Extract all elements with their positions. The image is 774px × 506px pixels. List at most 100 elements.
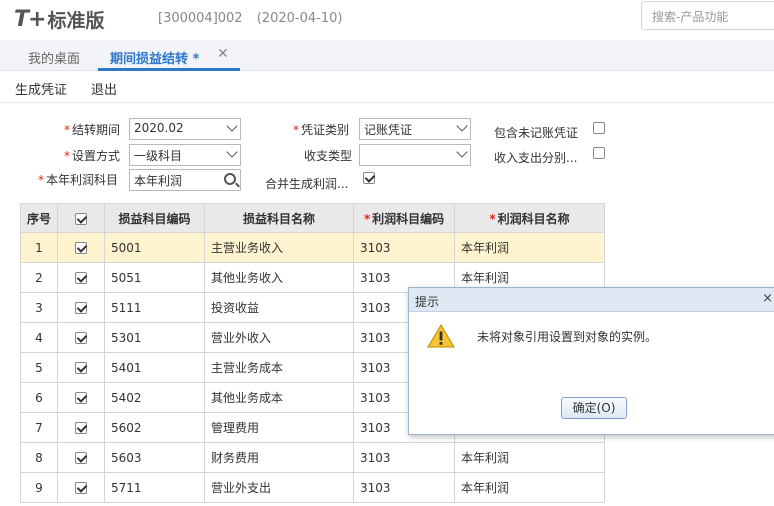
account-info: [300004]002 (2020-04-10) xyxy=(158,11,352,26)
row-checkbox-cell[interactable] xyxy=(57,232,105,263)
row-checkbox[interactable] xyxy=(75,272,87,284)
period-value: 2020.02 xyxy=(134,121,184,135)
app-logo: T+ 标准版 xyxy=(14,6,104,33)
voucher-type-label: * 凭证类别 xyxy=(293,123,350,137)
col-header-no: 序号 xyxy=(20,203,58,233)
col-header-select-all[interactable] xyxy=(57,203,105,233)
profit-subject-code: 3103 xyxy=(353,472,455,503)
voucher-type-select[interactable]: 记账凭证 xyxy=(359,118,471,140)
voucher-type-value: 记账凭证 xyxy=(364,123,413,137)
period-label: * 结转期间 xyxy=(64,123,121,137)
chevron-down-icon xyxy=(456,146,468,158)
profit-subject-value: 本年利润 xyxy=(134,174,183,188)
pl-subject-name: 管理费用 xyxy=(204,412,354,443)
row-checkbox-cell[interactable] xyxy=(57,262,105,293)
pl-subject-name: 主营业务成本 xyxy=(204,352,354,383)
table-row[interactable]: 1 5001 主营业务收入 3103 本年利润 xyxy=(20,232,605,263)
merge-generate-label: 合并生成利润... xyxy=(265,177,349,191)
toolbar: 生成凭证 退出 xyxy=(0,71,774,103)
pl-subject-name: 财务费用 xyxy=(204,442,354,473)
dialog-title: 提示 xyxy=(415,295,440,309)
tab-my-desktop[interactable]: 我的桌面 xyxy=(28,48,80,67)
profit-subject-input[interactable]: 本年利润 xyxy=(129,169,241,191)
col-header-pl-name: 损益科目名称 xyxy=(204,203,354,233)
row-checkbox[interactable] xyxy=(75,452,87,464)
alert-dialog: 提示 × 未将对象引用设置到对象的实例。 确定(O) xyxy=(408,287,774,435)
period-select[interactable]: 2020.02 xyxy=(129,118,241,140)
row-number: 1 xyxy=(20,232,58,263)
pl-subject-code: 5401 xyxy=(104,352,205,383)
row-checkbox-cell[interactable] xyxy=(57,352,105,383)
row-number: 3 xyxy=(20,292,58,323)
merge-generate-checkbox[interactable] xyxy=(363,172,375,184)
tab-bar: 我的桌面 期间损益结转 * ✕ xyxy=(0,40,774,71)
account-code: [300004]002 xyxy=(158,11,243,26)
dialog-titlebar: 提示 × xyxy=(409,288,774,312)
row-checkbox[interactable] xyxy=(75,362,87,374)
row-checkbox-cell[interactable] xyxy=(57,292,105,323)
chevron-down-icon xyxy=(226,146,238,158)
exit-button[interactable]: 退出 xyxy=(91,79,117,98)
pl-subject-code: 5301 xyxy=(104,322,205,353)
search-icon[interactable] xyxy=(224,173,236,185)
row-checkbox-cell[interactable] xyxy=(57,382,105,413)
pl-subject-code: 5111 xyxy=(104,292,205,323)
include-unposted-label: 包含未记账凭证 xyxy=(494,126,579,140)
pl-subject-code: 5001 xyxy=(104,232,205,263)
logo-mark: T+ xyxy=(14,7,46,32)
split-income-expense-label: 收入支出分别... xyxy=(494,151,578,165)
row-checkbox[interactable] xyxy=(75,392,87,404)
row-checkbox-cell[interactable] xyxy=(57,412,105,443)
row-number: 6 xyxy=(20,382,58,413)
profit-subject-code: 3103 xyxy=(353,232,455,263)
pl-subject-code: 5402 xyxy=(104,382,205,413)
row-checkbox[interactable] xyxy=(75,302,87,314)
dialog-message: 未将对象引用设置到对象的实例。 xyxy=(477,330,658,344)
row-checkbox[interactable] xyxy=(75,482,87,494)
table-row[interactable]: 8 5603 财务费用 3103 本年利润 xyxy=(20,442,605,473)
include-unposted-checkbox[interactable] xyxy=(593,122,605,134)
method-select[interactable]: 一级科目 xyxy=(129,144,241,166)
method-label: * 设置方式 xyxy=(64,149,121,163)
ok-button[interactable]: 确定(O) xyxy=(561,397,627,419)
logo-text: 标准版 xyxy=(47,10,105,32)
row-number: 2 xyxy=(20,262,58,293)
pl-subject-name: 其他业务成本 xyxy=(204,382,354,413)
generate-voucher-button[interactable]: 生成凭证 xyxy=(15,79,67,98)
table-row[interactable]: 9 5711 营业外支出 3103 本年利润 xyxy=(20,472,605,503)
profit-subject-name: 本年利润 xyxy=(454,472,605,503)
row-number: 8 xyxy=(20,442,58,473)
row-number: 4 xyxy=(20,322,58,353)
row-checkbox[interactable] xyxy=(75,422,87,434)
row-checkbox[interactable] xyxy=(75,242,87,254)
row-checkbox-cell[interactable] xyxy=(57,472,105,503)
app-header: T+ 标准版 [300004]002 (2020-04-10) 搜索-产品功能 xyxy=(0,0,774,40)
method-value: 一级科目 xyxy=(134,149,183,163)
select-all-checkbox[interactable] xyxy=(75,212,87,225)
tab-close-icon[interactable]: ✕ xyxy=(217,46,229,62)
chevron-down-icon xyxy=(226,120,238,132)
pl-subject-name: 营业外支出 xyxy=(204,472,354,503)
tab-period-profit-loss-transfer[interactable]: 期间损益结转 * xyxy=(110,48,199,67)
row-checkbox[interactable] xyxy=(75,332,87,344)
pl-subject-code: 5603 xyxy=(104,442,205,473)
row-checkbox-cell[interactable] xyxy=(57,442,105,473)
pl-subject-name: 投资收益 xyxy=(204,292,354,323)
pl-subject-code: 5602 xyxy=(104,412,205,443)
row-checkbox-cell[interactable] xyxy=(57,322,105,353)
income-expense-type-label: 收支类型 xyxy=(304,149,353,163)
col-header-profit-name: * 利润科目名称 xyxy=(454,203,605,233)
pl-subject-name: 其他业务收入 xyxy=(204,262,354,293)
profit-subject-name: 本年利润 xyxy=(454,232,605,263)
row-number: 9 xyxy=(20,472,58,503)
row-number: 5 xyxy=(20,352,58,383)
profit-subject-label: * 本年利润科目 xyxy=(38,173,119,187)
split-income-expense-checkbox[interactable] xyxy=(593,147,605,159)
pl-subject-code: 5051 xyxy=(104,262,205,293)
close-icon[interactable]: × xyxy=(762,291,773,306)
row-number: 7 xyxy=(20,412,58,443)
product-search-input[interactable]: 搜索-产品功能 xyxy=(641,1,774,30)
pl-subject-name: 营业外收入 xyxy=(204,322,354,353)
pl-subject-name: 主营业务收入 xyxy=(204,232,354,263)
income-expense-type-select[interactable] xyxy=(359,144,471,166)
